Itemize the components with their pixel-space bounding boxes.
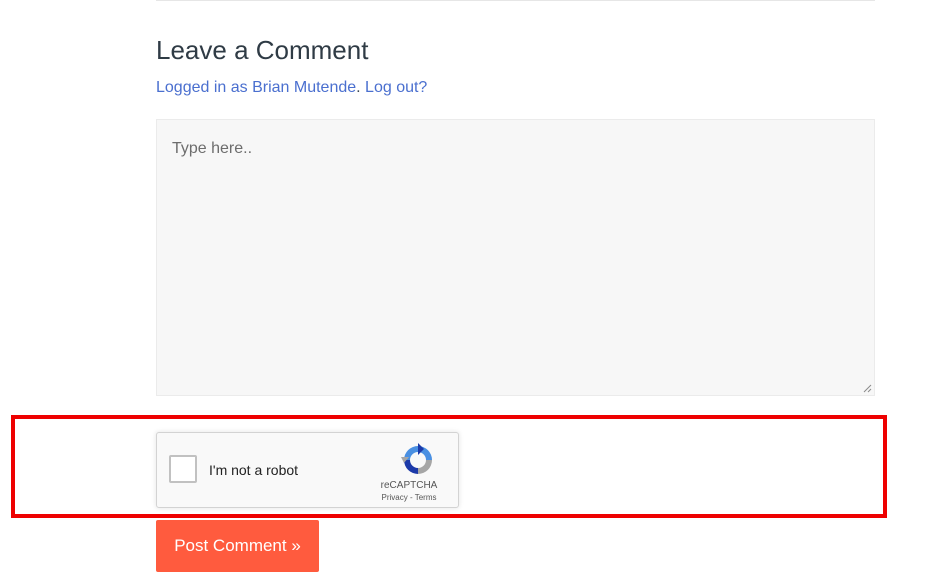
recaptcha-links: Privacy - Terms <box>363 493 455 502</box>
links-separator: - <box>407 493 415 502</box>
top-divider <box>156 0 875 1</box>
terms-link[interactable]: Terms <box>415 493 437 502</box>
logged-in-as-link[interactable]: Logged in as Brian Mutende <box>156 79 356 96</box>
comment-section-title: Leave a Comment <box>156 35 369 65</box>
privacy-link[interactable]: Privacy <box>382 493 408 502</box>
recaptcha-logo-icon <box>401 443 432 474</box>
comment-textarea[interactable] <box>156 119 875 396</box>
captcha-checkbox[interactable] <box>169 455 197 483</box>
captcha-label: I'm not a robot <box>209 462 299 478</box>
recaptcha-brand: reCAPTCHA <box>380 480 438 491</box>
user-name: Brian Mutende <box>252 79 357 96</box>
logged-in-line: Logged in as Brian Mutende. Log out? <box>156 78 427 98</box>
logout-link[interactable]: Log out? <box>365 79 427 96</box>
post-comment-button[interactable]: Post Comment » <box>156 520 319 572</box>
separator: . <box>356 79 361 96</box>
recaptcha-widget: I'm not a robot reCAPTCHA Privacy - Term… <box>156 432 459 508</box>
